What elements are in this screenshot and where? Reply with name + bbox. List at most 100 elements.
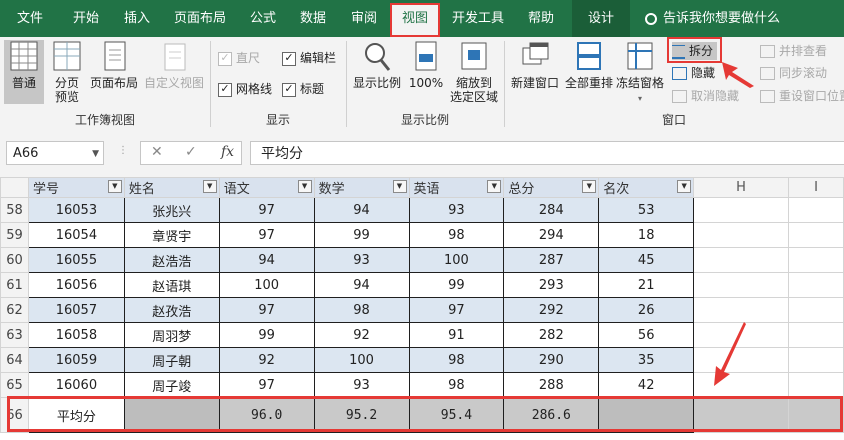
empty-cell[interactable] bbox=[693, 222, 789, 248]
average-value-cell[interactable] bbox=[598, 397, 695, 433]
tab-view[interactable]: 视图 bbox=[390, 3, 440, 37]
filter-dropdown-icon[interactable]: ▼ bbox=[202, 180, 217, 193]
table-cell[interactable]: 16054 bbox=[28, 222, 125, 248]
filter-dropdown-icon[interactable]: ▼ bbox=[392, 180, 407, 193]
empty-cell[interactable] bbox=[787, 347, 844, 373]
tab-file[interactable]: 文件 bbox=[0, 0, 60, 37]
tab-insert[interactable]: 插入 bbox=[112, 0, 162, 37]
empty-cell[interactable] bbox=[787, 322, 844, 348]
filter-dropdown-icon[interactable]: ▼ bbox=[107, 180, 122, 193]
table-cell[interactable]: 16056 bbox=[28, 272, 125, 298]
table-cell[interactable]: 282 bbox=[503, 322, 600, 348]
table-cell[interactable]: 35 bbox=[598, 347, 695, 373]
filter-dropdown-icon[interactable]: ▼ bbox=[677, 180, 692, 193]
table-cell[interactable]: 97 bbox=[219, 297, 315, 323]
average-value-cell[interactable] bbox=[124, 397, 220, 433]
table-cell[interactable]: 16058 bbox=[28, 322, 125, 348]
table-cell[interactable]: 99 bbox=[314, 222, 410, 248]
table-cell[interactable]: 92 bbox=[314, 322, 410, 348]
average-value-cell[interactable]: 286.6 bbox=[503, 397, 600, 433]
ruler-checkbox[interactable]: ✓ 直尺 bbox=[218, 49, 260, 67]
gridlines-checkbox[interactable]: ✓ 网格线 bbox=[218, 80, 272, 98]
table-cell[interactable]: 18 bbox=[598, 222, 695, 248]
table-cell[interactable]: 93 bbox=[314, 247, 410, 273]
table-cell[interactable]: 288 bbox=[503, 372, 600, 398]
row-number[interactable]: 59 bbox=[0, 222, 29, 248]
table-cell[interactable]: 93 bbox=[409, 197, 505, 223]
average-label-cell[interactable]: 平均分 bbox=[28, 397, 125, 433]
table-cell[interactable]: 赵浩浩 bbox=[124, 247, 220, 273]
row-number[interactable]: 66 bbox=[0, 397, 29, 433]
formula-bar-checkbox[interactable]: ✓ 编辑栏 bbox=[282, 49, 336, 67]
new-window-button[interactable]: 新建窗口 bbox=[508, 40, 562, 90]
row-number[interactable]: 62 bbox=[0, 297, 29, 323]
header-cell[interactable]: 学号 ▼ bbox=[27, 177, 125, 198]
column-header-h[interactable]: H bbox=[693, 177, 789, 198]
tab-help[interactable]: 帮助 bbox=[516, 0, 566, 37]
table-cell[interactable]: 赵孜浩 bbox=[124, 297, 220, 323]
empty-cell[interactable] bbox=[787, 222, 844, 248]
tab-review[interactable]: 审阅 bbox=[338, 0, 390, 37]
table-cell[interactable]: 16053 bbox=[28, 197, 125, 223]
table-cell[interactable]: 56 bbox=[598, 322, 695, 348]
row-number[interactable]: 64 bbox=[0, 347, 29, 373]
table-cell[interactable]: 16059 bbox=[28, 347, 125, 373]
table-cell[interactable]: 287 bbox=[503, 247, 600, 273]
table-cell[interactable]: 292 bbox=[503, 297, 600, 323]
table-cell[interactable]: 284 bbox=[503, 197, 600, 223]
synchronous-scrolling-button[interactable]: 同步滚动 bbox=[760, 64, 827, 82]
header-cell[interactable]: 语文 ▼ bbox=[218, 177, 315, 198]
formula-input[interactable]: 平均分 bbox=[250, 141, 844, 165]
table-cell[interactable]: 16060 bbox=[28, 372, 125, 398]
table-cell[interactable]: 97 bbox=[219, 197, 315, 223]
row-header-corner[interactable] bbox=[0, 177, 29, 198]
table-cell[interactable]: 94 bbox=[219, 247, 315, 273]
table-cell[interactable]: 45 bbox=[598, 247, 695, 273]
row-number[interactable]: 60 bbox=[0, 247, 29, 273]
enter-icon[interactable]: ✓ bbox=[185, 144, 197, 160]
page-layout-view-button[interactable]: 页面布局 bbox=[88, 40, 140, 90]
insert-function-icon[interactable]: fx bbox=[221, 144, 234, 160]
view-side-by-side-button[interactable]: 并排查看 bbox=[760, 42, 827, 60]
row-number[interactable]: 65 bbox=[0, 372, 29, 398]
average-value-cell[interactable]: 96.0 bbox=[219, 397, 315, 433]
table-cell[interactable]: 91 bbox=[409, 322, 505, 348]
table-cell[interactable]: 42 bbox=[598, 372, 695, 398]
table-cell[interactable]: 97 bbox=[219, 222, 315, 248]
tab-design[interactable]: 设计 bbox=[572, 0, 630, 37]
name-box[interactable]: A66 ▼ bbox=[6, 141, 104, 165]
empty-cell[interactable] bbox=[787, 272, 844, 298]
split-button[interactable]: 拆分 bbox=[672, 42, 718, 60]
filter-dropdown-icon[interactable]: ▼ bbox=[487, 180, 502, 193]
table-cell[interactable]: 97 bbox=[409, 297, 505, 323]
split-label[interactable]: 拆分 bbox=[689, 44, 713, 58]
table-cell[interactable]: 16055 bbox=[28, 247, 125, 273]
table-cell[interactable]: 293 bbox=[503, 272, 600, 298]
empty-cell[interactable] bbox=[693, 272, 789, 298]
table-cell[interactable]: 93 bbox=[314, 372, 410, 398]
average-value-cell[interactable]: 95.2 bbox=[314, 397, 410, 433]
header-cell[interactable]: 总分 ▼ bbox=[503, 177, 600, 198]
tab-home[interactable]: 开始 bbox=[60, 0, 112, 37]
header-cell[interactable]: 数学 ▼ bbox=[313, 177, 410, 198]
table-cell[interactable]: 98 bbox=[409, 372, 505, 398]
table-cell[interactable]: 94 bbox=[314, 272, 410, 298]
freeze-panes-button[interactable]: 冻结窗格 ▾ bbox=[614, 40, 666, 106]
row-number[interactable]: 61 bbox=[0, 272, 29, 298]
chevron-down-icon[interactable]: ▼ bbox=[92, 142, 99, 166]
table-cell[interactable]: 290 bbox=[503, 347, 600, 373]
table-cell[interactable]: 章贤宇 bbox=[124, 222, 220, 248]
empty-cell[interactable] bbox=[693, 397, 789, 433]
table-cell[interactable]: 98 bbox=[409, 347, 505, 373]
table-cell[interactable]: 98 bbox=[409, 222, 505, 248]
zoom-to-selection-button[interactable]: 缩放到 选定区域 bbox=[448, 40, 500, 104]
worksheet[interactable]: 学号 ▼ 姓名 ▼ 语文 ▼ 数学 ▼ 英语 ▼ 总分 ▼ 名次 ▼ H I 58 16053 张… bbox=[0, 177, 844, 440]
table-cell[interactable]: 21 bbox=[598, 272, 695, 298]
empty-cell[interactable] bbox=[787, 397, 844, 433]
filter-dropdown-icon[interactable]: ▼ bbox=[297, 180, 312, 193]
headings-checkbox[interactable]: ✓ 标题 bbox=[282, 80, 324, 98]
table-cell[interactable]: 92 bbox=[219, 347, 315, 373]
empty-cell[interactable] bbox=[693, 297, 789, 323]
row-number[interactable]: 63 bbox=[0, 322, 29, 348]
empty-cell[interactable] bbox=[787, 247, 844, 273]
